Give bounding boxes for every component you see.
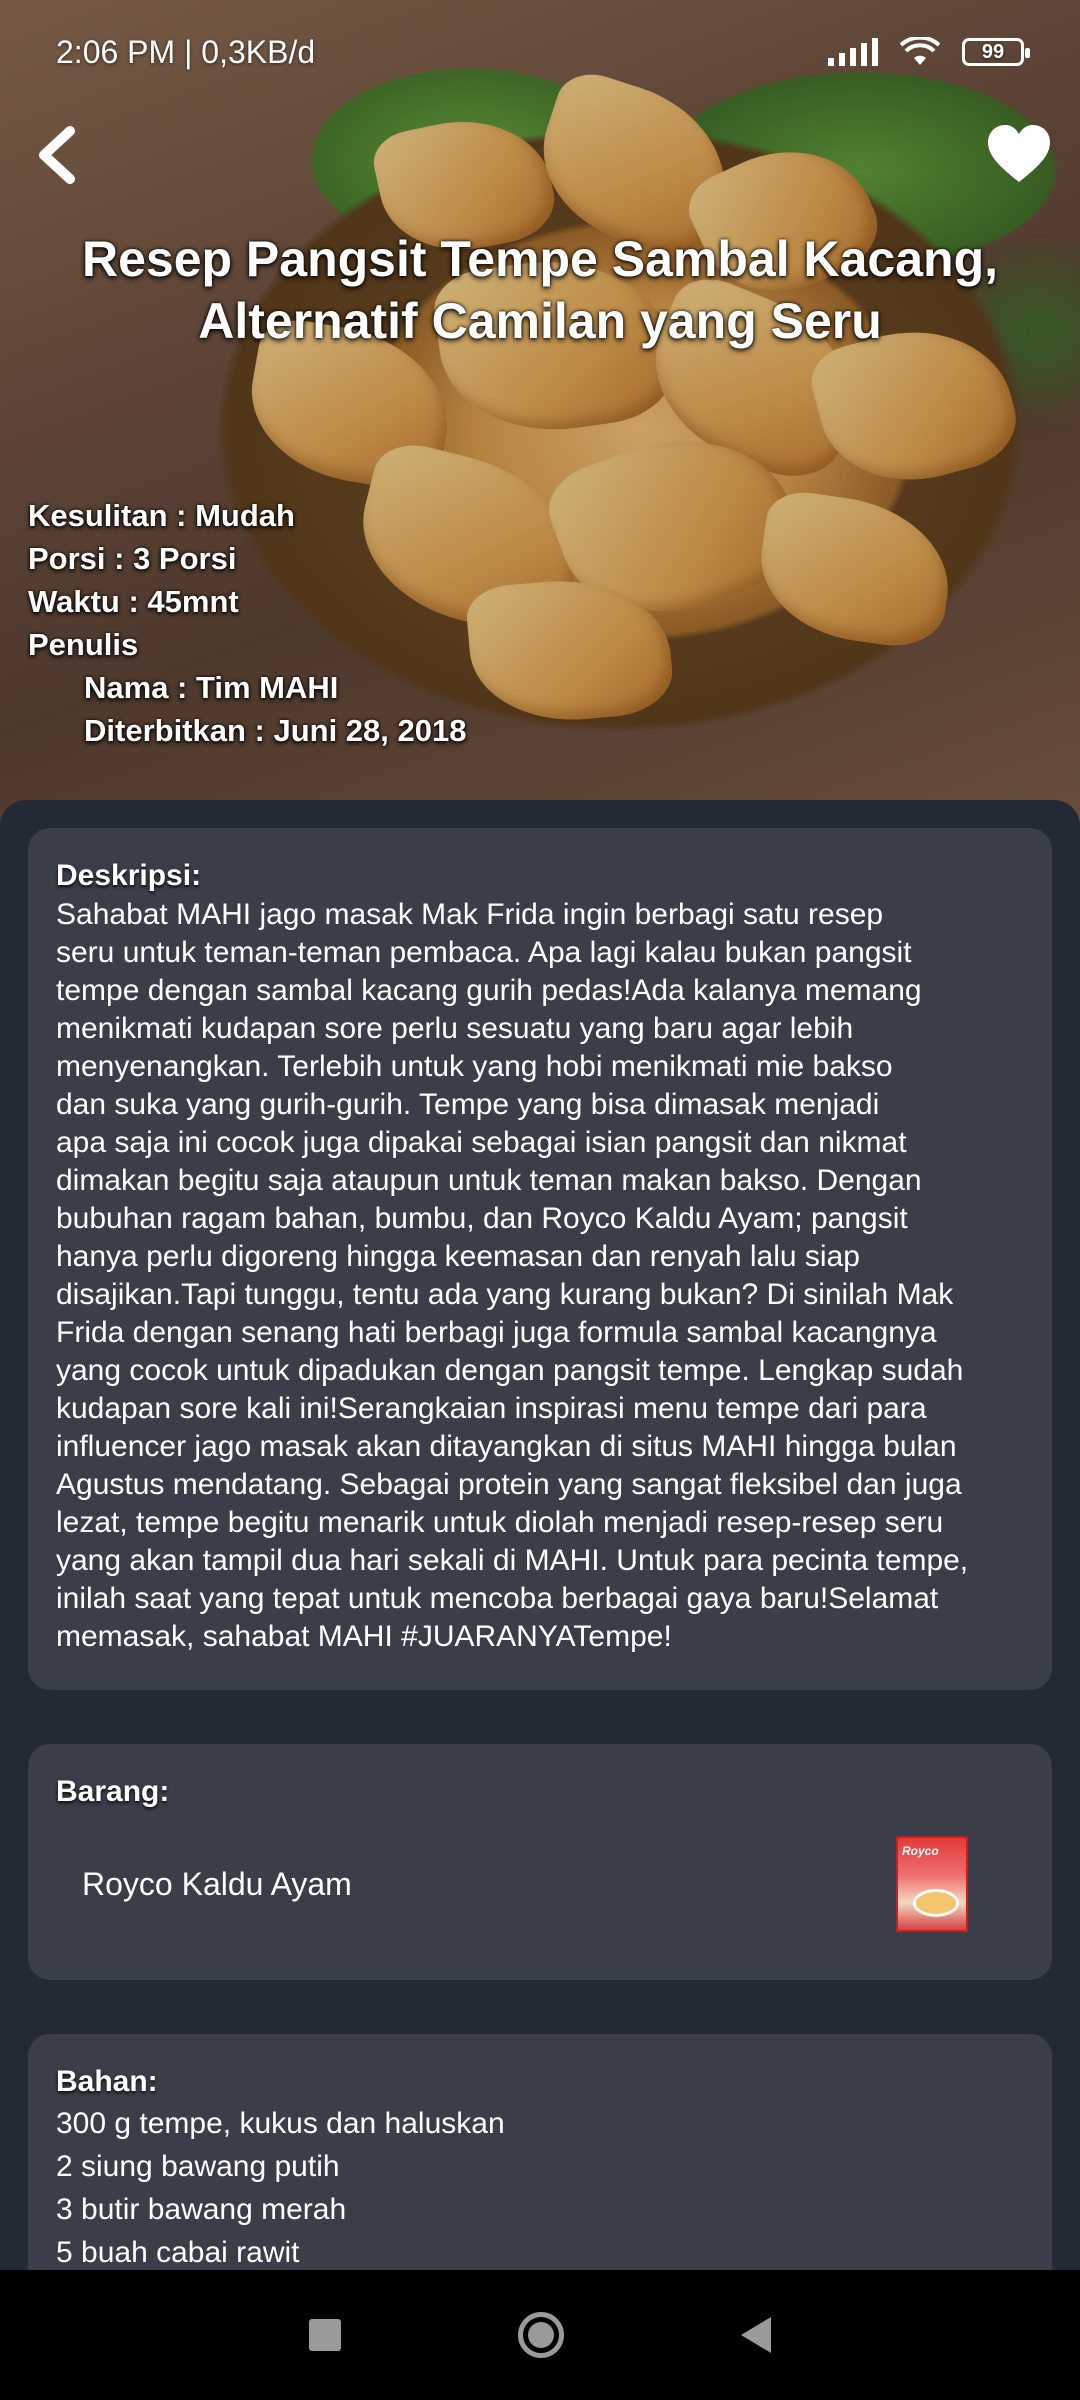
author-heading: Penulis <box>28 627 139 662</box>
items-heading: Barang: <box>56 1775 170 1808</box>
list-item[interactable]: Royco Kaldu Ayam <box>56 1836 1024 1932</box>
description-heading: Deskripsi: <box>56 859 202 892</box>
recipe-meta: Kesulitan : Mudah Porsi : 3 Porsi Waktu … <box>28 494 466 752</box>
royco-product-image <box>896 1836 968 1932</box>
ingredient-item: 5 buah cabai rawit <box>56 2236 300 2269</box>
wifi-icon <box>900 37 940 65</box>
heart-icon <box>988 125 1050 182</box>
ingredients-heading: Bahan: <box>56 2065 158 2098</box>
square-icon[interactable] <box>308 2319 341 2351</box>
triangle-back-icon[interactable] <box>741 2317 772 2353</box>
battery-icon: 99 <box>962 38 1030 66</box>
recipe-title: Resep Pangsit Tempe Sambal Kacang, Alter… <box>81 231 999 349</box>
back-button[interactable] <box>26 118 86 192</box>
difficulty-label: Kesulitan : Mudah <box>28 498 295 533</box>
battery-level: 99 <box>981 40 1005 63</box>
status-time: 2:06 PM | 0,3KB/d <box>56 33 316 70</box>
portion-label: Porsi : 3 Porsi <box>28 541 237 576</box>
ingredient-item: 3 butir bawang merah <box>56 2193 347 2226</box>
favorite-button[interactable] <box>986 124 1052 190</box>
published-date: Diterbitkan : Juni 28, 2018 <box>84 713 467 748</box>
signal-icon <box>828 38 878 66</box>
item-name: Royco Kaldu Ayam <box>82 1865 352 1902</box>
description-card: Deskripsi: Sahabat MAHI jago masak Mak F… <box>28 828 1052 1690</box>
system-nav-bar <box>0 2270 1080 2400</box>
ingredient-item: 2 siung bawang putih <box>56 2150 340 2183</box>
circle-home-icon[interactable] <box>517 2312 564 2358</box>
time-label: Waktu : 45mnt <box>28 584 239 619</box>
recipe-screen: 2:06 PM | 0,3KB/d 99 Resep Pangsit Tempe <box>0 0 1080 2400</box>
author-name: Nama : Tim MAHI <box>84 670 339 705</box>
ingredient-item: 300 g tempe, kukus dan haluskan <box>56 2107 505 2140</box>
status-bar: 2:06 PM | 0,3KB/d 99 <box>0 0 1080 104</box>
items-card: Barang: Royco Kaldu Ayam <box>28 1744 1052 1980</box>
chevron-left-icon <box>39 126 75 184</box>
description-text: Sahabat MAHI jago masak Mak Frida ingin … <box>56 898 969 1653</box>
